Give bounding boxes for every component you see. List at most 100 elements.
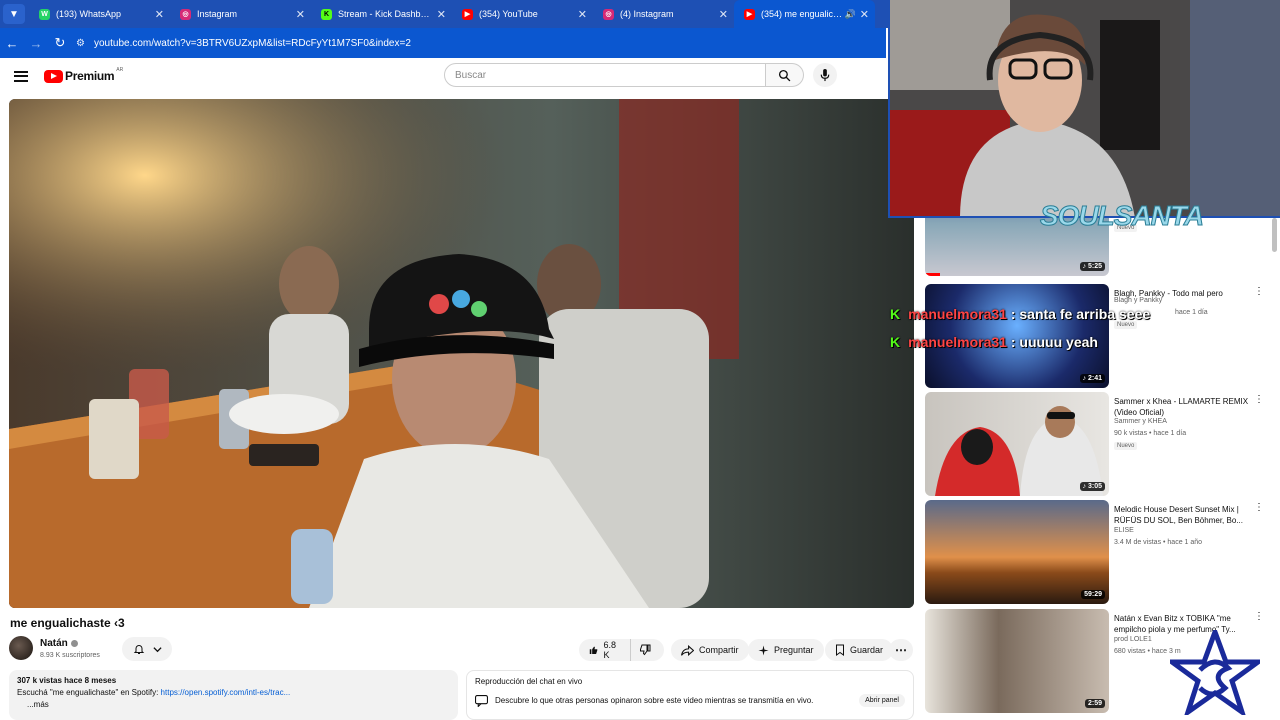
thumbnail-art — [935, 406, 1103, 496]
more-vertical-icon[interactable]: ⋮ — [1254, 395, 1264, 405]
subscriber-count: 8.93 K suscriptores — [40, 652, 100, 659]
more-actions-button[interactable]: ⋯ — [889, 639, 913, 661]
browser-tab[interactable]: ◎ Instagram ✕ — [170, 0, 311, 28]
voice-search-button[interactable] — [813, 63, 837, 87]
live-chat-title: Reproducción del chat en vivo — [475, 677, 583, 686]
instagram-icon: ◎ — [603, 8, 614, 20]
duration-text: 2:41 — [1087, 375, 1102, 382]
back-arrow-icon[interactable]: ← — [0, 36, 24, 51]
search-input[interactable]: Buscar — [444, 63, 766, 87]
duration-text: 2:59 — [1087, 700, 1102, 707]
instagram-icon: ◎ — [180, 8, 191, 20]
duration-badge: ♪ 5:25 — [1079, 262, 1105, 271]
video-thumbnail[interactable]: 59:29 — [925, 500, 1109, 604]
youtube-logo[interactable]: Premium AR — [44, 67, 124, 83]
close-icon[interactable]: ✕ — [860, 8, 869, 21]
address-bar-row: ← → ↻ ⚙ youtube.com/watch?v=3BTRV6UZxpM&… — [0, 28, 886, 58]
forward-arrow-icon[interactable]: → — [24, 36, 48, 51]
open-panel-button[interactable]: Abrir panel — [859, 694, 905, 707]
close-icon[interactable]: ✕ — [719, 8, 728, 21]
close-icon[interactable]: ✕ — [155, 8, 164, 21]
channel-name[interactable]: Natán — [40, 638, 68, 649]
video-thumbnail[interactable]: 2:59 — [925, 609, 1109, 713]
youtube-icon: ▶ — [462, 8, 473, 20]
chevron-down-icon — [152, 646, 162, 652]
ask-button[interactable]: Preguntar — [748, 639, 824, 661]
close-icon[interactable]: ✕ — [578, 8, 587, 21]
site-settings-icon[interactable]: ⚙ — [76, 38, 94, 49]
spotify-link[interactable]: https://open.spotify.com/intl-es/trac... — [161, 688, 291, 697]
speaker-icon[interactable]: 🔊 — [845, 9, 856, 20]
duration-badge: 2:59 — [1084, 699, 1105, 708]
channel-row: Natán 8.93 K suscriptores 6.8 K Comparti… — [9, 636, 913, 666]
share-label: Compartir — [699, 645, 739, 655]
kick-chat-message: Kmanuelmora31 : uuuuu yeah — [890, 334, 1098, 350]
menu-icon[interactable] — [14, 68, 28, 84]
watch-progress-bar — [925, 273, 940, 276]
new-badge: Nuevo — [1114, 442, 1138, 450]
chevron-down-icon: ▼ — [9, 8, 19, 20]
logo-region: AR — [116, 67, 124, 73]
sidebar-scrollbar[interactable] — [1272, 218, 1277, 252]
reload-icon[interactable]: ↻ — [48, 35, 72, 51]
video-thumbnail[interactable]: ♪ 3:05 — [925, 392, 1109, 496]
recommendation-channel[interactable]: ELISE — [1114, 527, 1134, 534]
search-button[interactable] — [766, 63, 804, 87]
tab-search-button[interactable]: ▼ — [3, 4, 25, 24]
like-button[interactable]: 6.8 K — [579, 639, 631, 661]
recommendation-channel[interactable]: Sammer y KHEA — [1114, 418, 1167, 425]
more-vertical-icon[interactable]: ⋮ — [1254, 287, 1264, 297]
close-icon[interactable]: ✕ — [437, 8, 446, 21]
browser-tab[interactable]: K Stream - Kick Dashboard ✕ — [311, 0, 452, 28]
youtube-icon: ▶ — [744, 8, 755, 20]
youtube-header: Premium AR Buscar — [0, 58, 886, 94]
duration-badge: ♪ 3:05 — [1079, 482, 1105, 491]
tab-title: (4) Instagram — [620, 9, 674, 19]
bookmark-icon — [836, 644, 844, 656]
new-badge: Nuevo — [1114, 321, 1138, 329]
star-logo-icon — [1170, 630, 1260, 715]
browser-tab[interactable]: ◎ (4) Instagram ✕ — [593, 0, 734, 28]
recommendation-item[interactable]: ♪ 3:05 Sammer x Khea - LLAMARTE REMIX (V… — [925, 392, 1270, 496]
description-line: Escuchá "me engualichaste" en Spotify: h… — [17, 688, 450, 697]
recommendation-stats: 90 k vistas • hace 1 día — [1114, 430, 1187, 437]
browser-tab-active[interactable]: ▶ (354) me engualichaste 🔊 ✕ — [734, 0, 875, 28]
recommendation-title[interactable]: Melodic House Desert Sunset Mix | RÜFÜS … — [1114, 504, 1250, 526]
description-text: Escuchá "me engualichaste" en Spotify: — [17, 688, 161, 697]
chat-username: manuelmora31 — [908, 334, 1007, 350]
sparkle-icon — [758, 644, 769, 656]
tab-title: Stream - Kick Dashboard — [338, 9, 433, 19]
recommendation-item[interactable]: 59:29 Melodic House Desert Sunset Mix | … — [925, 500, 1270, 604]
tab-title: (354) YouTube — [479, 9, 538, 19]
thumbs-up-icon — [589, 646, 598, 654]
recommendation-stats: 3.4 M de vistas • hace 1 año — [1114, 539, 1203, 546]
microphone-icon — [820, 68, 830, 81]
close-icon[interactable]: ✕ — [296, 8, 305, 21]
live-chat-row: Descubre lo que otras personas opinaron … — [475, 694, 905, 707]
more-vertical-icon[interactable]: ⋮ — [1254, 503, 1264, 513]
live-chat-description: Descubre lo que otras personas opinaron … — [495, 696, 814, 705]
channel-avatar[interactable] — [9, 636, 33, 660]
recommendation-title[interactable]: Sammer x Khea - LLAMARTE REMIX (Video Of… — [1114, 396, 1250, 418]
show-more-link[interactable]: ...más — [27, 700, 450, 709]
share-button[interactable]: Compartir — [671, 639, 749, 661]
kick-icon: K — [890, 334, 901, 350]
url-input[interactable]: ⚙ youtube.com/watch?v=3BTRV6UZxpM&list=R… — [76, 32, 886, 54]
browser-tab[interactable]: W (193) WhatsApp ✕ — [29, 0, 170, 28]
browser-tab[interactable]: ▶ (354) YouTube ✕ — [452, 0, 593, 28]
recommendation-channel[interactable]: prod LOLE1 — [1114, 636, 1152, 643]
more-vertical-icon[interactable]: ⋮ — [1254, 612, 1264, 622]
streamer-webcam — [888, 0, 1280, 218]
dislike-button[interactable] — [631, 639, 664, 661]
description-box[interactable]: 307 k vistas hace 8 meses Escuchá "me en… — [9, 670, 458, 720]
save-button[interactable]: Guardar — [825, 639, 894, 661]
kick-icon: K — [890, 306, 901, 322]
whatsapp-icon: W — [39, 8, 50, 20]
video-player[interactable] — [9, 99, 914, 608]
recommendation-channel[interactable]: Blagh y Pankky — [1114, 297, 1162, 304]
notifications-button[interactable] — [122, 637, 172, 661]
live-chat-replay-box: Reproducción del chat en vivo Descubre l… — [466, 670, 914, 720]
channel-name-wrap[interactable]: Natán — [40, 638, 78, 649]
video-title: me engualichaste ‹3 — [10, 616, 125, 630]
chat-bubble-icon — [475, 694, 488, 707]
